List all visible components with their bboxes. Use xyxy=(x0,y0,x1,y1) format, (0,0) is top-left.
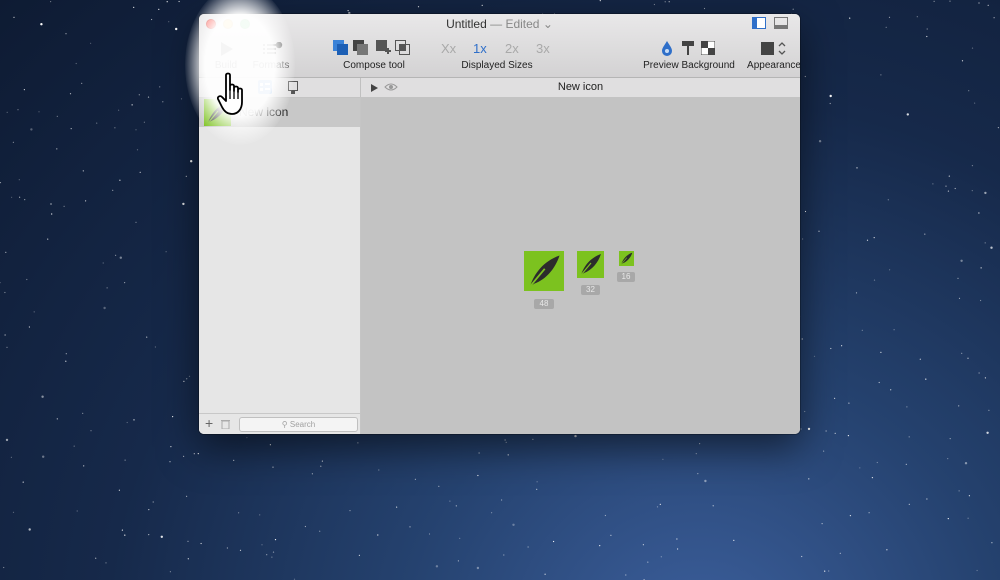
play-preview-icon[interactable] xyxy=(370,83,379,93)
formats-button[interactable]: Formats xyxy=(251,14,291,77)
toolbar: Untitled — Edited ⌄ Build Formats Compos… xyxy=(199,14,800,78)
feather-icon xyxy=(620,252,633,265)
build-label: Build xyxy=(214,60,238,71)
compose-destination-icon[interactable] xyxy=(353,40,369,56)
play-icon xyxy=(221,42,233,56)
canvas-title: New icon xyxy=(557,81,604,93)
formats-list-icon xyxy=(263,42,283,54)
paint-roller-icon[interactable] xyxy=(681,40,695,56)
preview-background-label: Preview Background xyxy=(643,60,735,71)
window-title-status: — Edited xyxy=(490,17,540,31)
sidebar: New icon + ⚲ Search xyxy=(199,98,361,434)
sidebar-toggle-icon[interactable] xyxy=(752,17,766,29)
formats-label: Formats xyxy=(252,60,290,71)
size-1x-button[interactable]: 1x xyxy=(473,41,487,56)
device-view-icon[interactable] xyxy=(287,81,299,94)
sidebar-and-canvas-header: New icon xyxy=(199,78,800,98)
preview-48 xyxy=(524,251,564,291)
feather-icon xyxy=(580,254,601,276)
sidebar-footer: + ⚲ Search xyxy=(199,413,360,434)
build-button[interactable]: Build xyxy=(209,14,243,77)
eye-icon[interactable] xyxy=(384,82,398,92)
compose-tool-label: Compose tool xyxy=(343,60,405,71)
preview-16 xyxy=(619,251,634,266)
compose-source-over-icon[interactable] xyxy=(333,40,349,56)
search-icon: ⚲ xyxy=(281,420,288,429)
size-badge: 48 xyxy=(534,299,554,309)
hand-pointer-icon xyxy=(217,72,243,115)
appearance-popup-icon[interactable] xyxy=(761,41,789,56)
size-xx-button[interactable]: Xx xyxy=(441,41,456,56)
bottom-panel-toggle-icon[interactable] xyxy=(774,17,788,29)
color-drop-icon[interactable] xyxy=(661,40,673,56)
size-badge: 16 xyxy=(617,272,635,282)
add-icon[interactable]: + xyxy=(205,415,213,431)
app-window: Untitled — Edited ⌄ Build Formats Compos… xyxy=(199,14,800,434)
displayed-sizes-label: Displayed Sizes xyxy=(461,60,533,71)
compose-add-icon[interactable] xyxy=(376,40,392,56)
compose-intersect-icon[interactable] xyxy=(395,40,411,56)
list-view-icon[interactable] xyxy=(258,80,272,94)
preview-32 xyxy=(577,251,604,278)
chevron-down-icon[interactable]: ⌄ xyxy=(543,17,553,31)
window-title-text: Untitled xyxy=(446,17,487,31)
preview-canvas: 48 32 16 xyxy=(361,98,800,434)
checkerboard-icon[interactable] xyxy=(701,41,715,55)
appearance-label: Appearance xyxy=(747,60,800,71)
size-2x-button[interactable]: 2x xyxy=(505,41,519,56)
trash-icon[interactable] xyxy=(221,419,230,429)
search-placeholder: Search xyxy=(289,420,316,429)
size-badge: 32 xyxy=(581,285,600,295)
feather-icon xyxy=(529,255,560,288)
size-3x-button[interactable]: 3x xyxy=(536,41,550,56)
search-input[interactable]: ⚲ Search xyxy=(239,417,358,432)
